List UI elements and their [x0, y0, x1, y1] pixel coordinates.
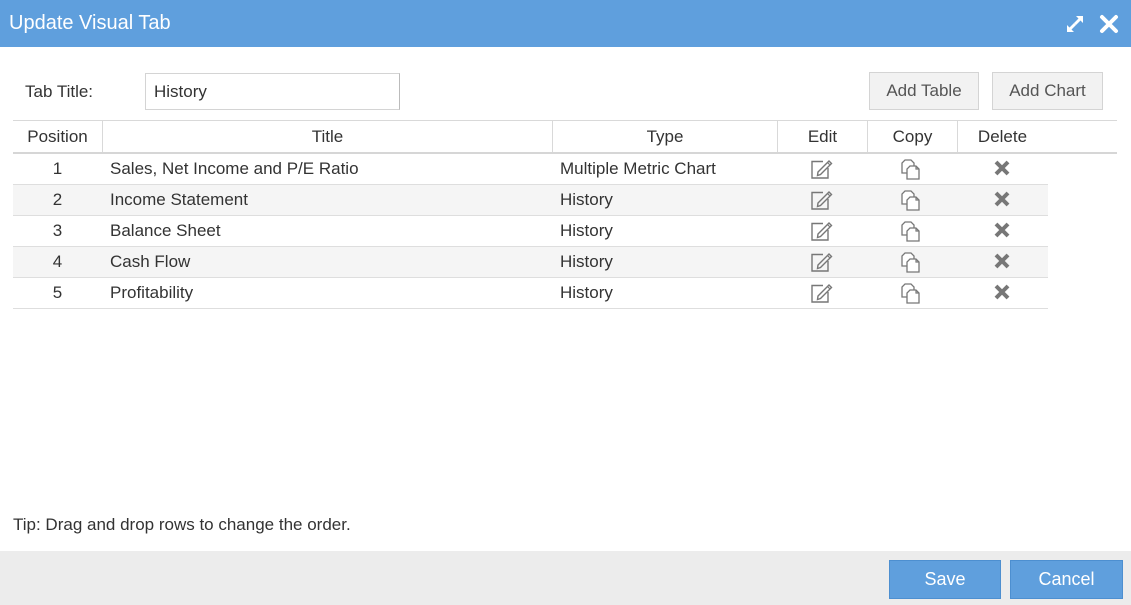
tab-title-input[interactable] — [145, 73, 400, 110]
row-position: 2 — [52, 190, 63, 209]
row-title: Profitability — [110, 283, 194, 302]
row-type: History — [560, 221, 613, 240]
edit-icon[interactable] — [809, 189, 833, 211]
delete-icon[interactable] — [990, 220, 1014, 242]
copy-icon[interactable] — [899, 189, 923, 211]
add-chart-button[interactable]: Add Chart — [992, 72, 1103, 110]
table-row[interactable]: 5 Profitability History — [13, 278, 1048, 309]
column-header-delete: Delete — [957, 121, 1047, 152]
table-row[interactable]: 4 Cash Flow History — [13, 247, 1048, 278]
column-header-title: Title — [102, 121, 552, 152]
copy-icon[interactable] — [899, 158, 923, 180]
add-table-button[interactable]: Add Table — [869, 72, 979, 110]
copy-icon[interactable] — [899, 220, 923, 242]
column-header-copy: Copy — [867, 121, 957, 152]
column-header-position: Position — [27, 127, 88, 146]
visuals-table: Position Title Type Edit Copy Delete 1 S… — [13, 120, 1117, 309]
edit-icon[interactable] — [809, 158, 833, 180]
delete-icon[interactable] — [990, 158, 1014, 180]
row-type: History — [560, 283, 613, 302]
table-row[interactable]: 3 Balance Sheet History — [13, 216, 1048, 247]
cancel-button[interactable]: Cancel — [1010, 560, 1123, 599]
row-position: 4 — [52, 252, 63, 271]
row-type: History — [560, 190, 613, 209]
row-title: Sales, Net Income and P/E Ratio — [110, 159, 359, 178]
delete-icon[interactable] — [990, 189, 1014, 211]
copy-icon[interactable] — [899, 251, 923, 273]
delete-icon[interactable] — [990, 251, 1014, 273]
save-button[interactable]: Save — [889, 560, 1001, 599]
delete-icon[interactable] — [990, 282, 1014, 304]
dialog-title: Update Visual Tab — [9, 12, 171, 34]
row-title: Cash Flow — [110, 252, 191, 271]
edit-icon[interactable] — [809, 251, 833, 273]
table-row[interactable]: 1 Sales, Net Income and P/E Ratio Multip… — [13, 154, 1048, 185]
close-icon[interactable] — [1098, 13, 1120, 35]
copy-icon[interactable] — [899, 282, 923, 304]
expand-icon[interactable] — [1064, 13, 1086, 35]
row-title: Income Statement — [110, 190, 248, 209]
row-type: Multiple Metric Chart — [560, 159, 716, 178]
table-body: 1 Sales, Net Income and P/E Ratio Multip… — [13, 154, 1048, 309]
column-header-type: Type — [552, 121, 777, 152]
tab-title-label: Tab Title: — [25, 82, 94, 101]
table-header: Position Title Type Edit Copy Delete — [13, 120, 1117, 154]
row-position: 5 — [52, 283, 63, 302]
dialog-titlebar: Update Visual Tab — [0, 0, 1131, 47]
table-row[interactable]: 2 Income Statement History — [13, 185, 1048, 216]
edit-icon[interactable] — [809, 282, 833, 304]
row-title: Balance Sheet — [110, 221, 221, 240]
drag-drop-tip: Tip: Drag and drop rows to change the or… — [13, 515, 351, 534]
row-position: 1 — [52, 159, 63, 178]
edit-icon[interactable] — [809, 220, 833, 242]
column-header-edit: Edit — [777, 121, 867, 152]
row-type: History — [560, 252, 613, 271]
row-position: 3 — [52, 221, 63, 240]
dialog-footer: Save Cancel — [0, 551, 1131, 605]
